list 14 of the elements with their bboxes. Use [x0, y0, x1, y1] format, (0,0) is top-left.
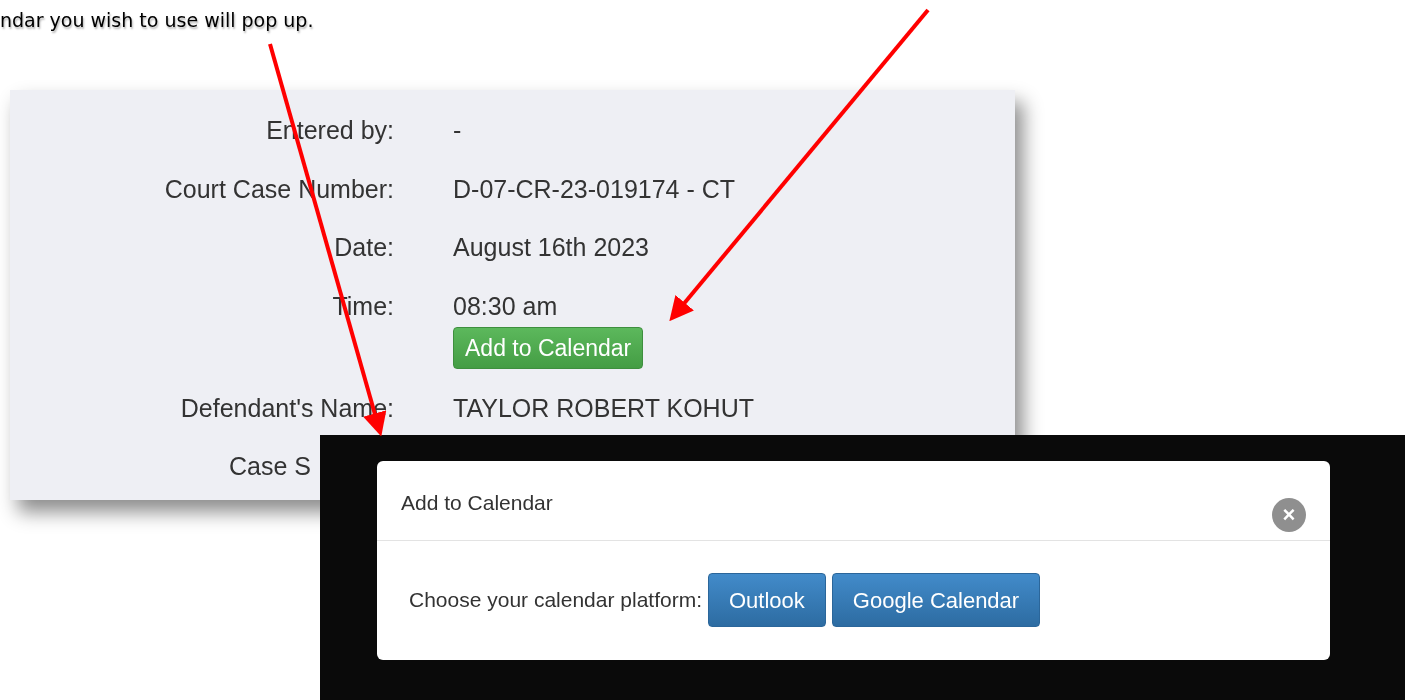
field-value: 08:30 am [453, 290, 558, 322]
field-value: - [453, 115, 462, 146]
field-label: Date: [333, 232, 394, 263]
close-button[interactable]: × [1272, 498, 1306, 532]
field-value: August 16th 2023 [453, 232, 649, 263]
calendar-option-button[interactable]: Google Calendar [831, 573, 1041, 627]
field-value: TAYLOR ROBERT KOHUT [453, 392, 754, 424]
instruction-text: ndar you wish to use will pop up. [0, 8, 314, 33]
prompt-text: Choose your calendar platform: [409, 587, 702, 614]
field-value: D-07-CR-23-019174 - CT [453, 173, 736, 205]
field-label: Case S [228, 451, 311, 482]
modal-title: Add to Calendar [401, 490, 553, 516]
calendar-option-button[interactable]: Outlook [708, 573, 826, 627]
add-to-calendar-button[interactable]: Add to Calendar [453, 327, 644, 369]
